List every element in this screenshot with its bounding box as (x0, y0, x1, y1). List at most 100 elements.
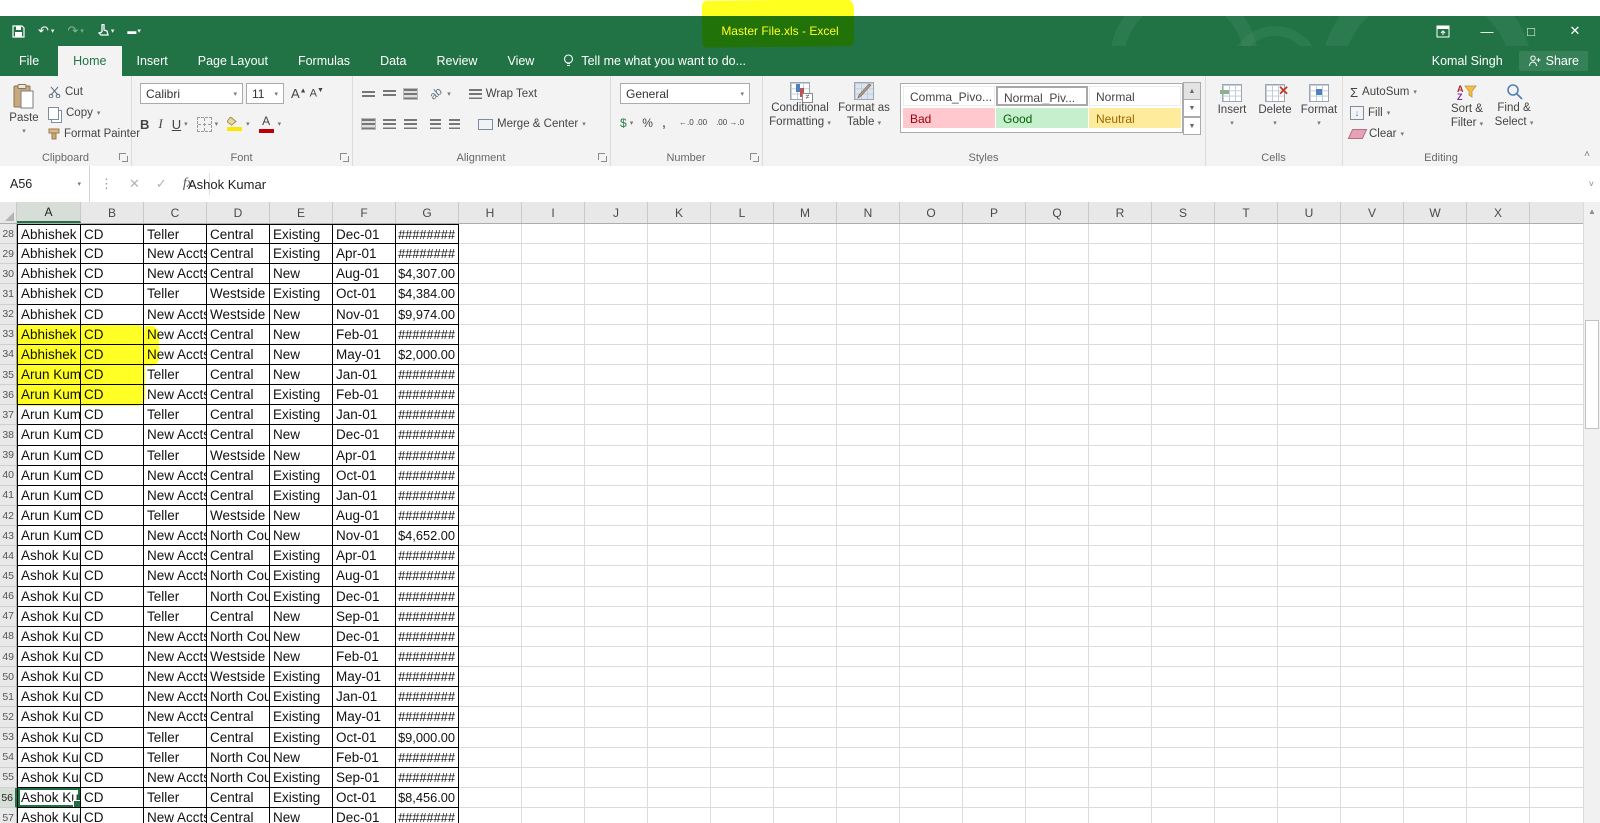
cell-A52[interactable]: Ashok Kur (17, 707, 81, 727)
cell-partial-46[interactable] (1530, 587, 1583, 607)
cell-C29[interactable]: New Accts (144, 244, 207, 264)
cell-U44[interactable] (1278, 546, 1341, 566)
cell-A48[interactable]: Ashok Kur (17, 627, 81, 647)
cell-X57[interactable] (1467, 808, 1530, 823)
cell-R32[interactable] (1089, 305, 1152, 325)
cell-I28[interactable] (522, 224, 585, 244)
row-header-52[interactable]: 52 (0, 707, 17, 727)
cell-I34[interactable] (522, 345, 585, 365)
cell-partial-36[interactable] (1530, 385, 1583, 405)
cell-U45[interactable] (1278, 566, 1341, 586)
cell-I56[interactable] (522, 788, 585, 808)
cell-F40[interactable]: Oct-01 (333, 466, 396, 486)
cell-V36[interactable] (1341, 385, 1404, 405)
cell-A53[interactable]: Ashok Kur (17, 728, 81, 748)
cell-M43[interactable] (774, 526, 837, 546)
cell-W48[interactable] (1404, 627, 1467, 647)
cell-B35[interactable]: CD (81, 365, 144, 385)
cell-G53[interactable]: $9,000.00 (396, 728, 459, 748)
cut-button[interactable]: Cut (48, 82, 83, 102)
cell-J46[interactable] (585, 587, 648, 607)
column-header-S[interactable]: S (1152, 202, 1215, 223)
cell-U41[interactable] (1278, 486, 1341, 506)
cell-F56[interactable]: Oct-01 (333, 788, 396, 808)
cell-J43[interactable] (585, 526, 648, 546)
cell-E39[interactable]: New (270, 446, 333, 466)
tab-formulas[interactable]: Formulas (283, 46, 365, 76)
cell-W56[interactable] (1404, 788, 1467, 808)
cell-L33[interactable] (711, 325, 774, 345)
cell-D54[interactable]: North Cou (207, 748, 270, 768)
cell-A55[interactable]: Ashok Kur (17, 768, 81, 788)
cell-K49[interactable] (648, 647, 711, 667)
column-header-K[interactable]: K (648, 202, 711, 223)
cell-A44[interactable]: Ashok Kur (17, 546, 81, 566)
cell-E53[interactable]: Existing (270, 728, 333, 748)
align-bottom-icon[interactable] (404, 89, 417, 99)
cell-K45[interactable] (648, 566, 711, 586)
cell-D47[interactable]: Central (207, 607, 270, 627)
cell-D33[interactable]: Central (207, 325, 270, 345)
cell-V37[interactable] (1341, 405, 1404, 425)
cell-G54[interactable]: ######## (396, 748, 459, 768)
cell-N45[interactable] (837, 566, 900, 586)
cell-T42[interactable] (1215, 506, 1278, 526)
cell-G45[interactable]: ######## (396, 566, 459, 586)
cell-M52[interactable] (774, 707, 837, 727)
cell-W57[interactable] (1404, 808, 1467, 823)
cell-G28[interactable]: ######## (396, 224, 459, 244)
cell-V57[interactable] (1341, 808, 1404, 823)
cell-O42[interactable] (900, 506, 963, 526)
cell-F44[interactable]: Apr-01 (333, 546, 396, 566)
cell-partial-41[interactable] (1530, 486, 1583, 506)
cell-E47[interactable]: New (270, 607, 333, 627)
cell-E37[interactable]: Existing (270, 405, 333, 425)
cell-D40[interactable]: Central (207, 466, 270, 486)
cell-partial-53[interactable] (1530, 728, 1583, 748)
cell-B53[interactable]: CD (81, 728, 144, 748)
cell-N28[interactable] (837, 224, 900, 244)
cell-O52[interactable] (900, 707, 963, 727)
cell-L53[interactable] (711, 728, 774, 748)
cell-C55[interactable]: New Accts (144, 768, 207, 788)
cell-B41[interactable]: CD (81, 486, 144, 506)
cell-O55[interactable] (900, 768, 963, 788)
style-normal[interactable]: Normal (1089, 86, 1181, 106)
column-header-O[interactable]: O (900, 202, 963, 223)
cell-A40[interactable]: Arun Kum (17, 466, 81, 486)
cell-N35[interactable] (837, 365, 900, 385)
cell-A38[interactable]: Arun Kum (17, 425, 81, 445)
style-comma-pivot[interactable]: Comma_Pivo... (903, 86, 995, 106)
cell-S37[interactable] (1152, 405, 1215, 425)
cell-A42[interactable]: Arun Kum (17, 506, 81, 526)
cell-K31[interactable] (648, 284, 711, 304)
cell-O41[interactable] (900, 486, 963, 506)
cell-M41[interactable] (774, 486, 837, 506)
cell-K33[interactable] (648, 325, 711, 345)
cell-Q37[interactable] (1026, 405, 1089, 425)
row-header-38[interactable]: 38 (0, 425, 17, 445)
cell-H51[interactable] (459, 687, 522, 707)
cell-B44[interactable]: CD (81, 546, 144, 566)
cell-P53[interactable] (963, 728, 1026, 748)
cell-W36[interactable] (1404, 385, 1467, 405)
cell-N30[interactable] (837, 264, 900, 284)
row-header-47[interactable]: 47 (0, 607, 17, 627)
cell-U42[interactable] (1278, 506, 1341, 526)
row-header-28[interactable]: 28 (0, 224, 17, 244)
cell-W51[interactable] (1404, 687, 1467, 707)
cell-X50[interactable] (1467, 667, 1530, 687)
cell-P33[interactable] (963, 325, 1026, 345)
cell-partial-28[interactable] (1530, 224, 1583, 244)
cell-R38[interactable] (1089, 425, 1152, 445)
cell-K53[interactable] (648, 728, 711, 748)
font-color-button[interactable]: A (259, 116, 274, 133)
cell-K34[interactable] (648, 345, 711, 365)
cell-E33[interactable]: New (270, 325, 333, 345)
cell-V31[interactable] (1341, 284, 1404, 304)
cell-V46[interactable] (1341, 587, 1404, 607)
cell-M55[interactable] (774, 768, 837, 788)
cell-G55[interactable]: ######## (396, 768, 459, 788)
row-header-41[interactable]: 41 (0, 486, 17, 506)
find-select-button[interactable]: Find & Select ▾ (1492, 83, 1536, 130)
